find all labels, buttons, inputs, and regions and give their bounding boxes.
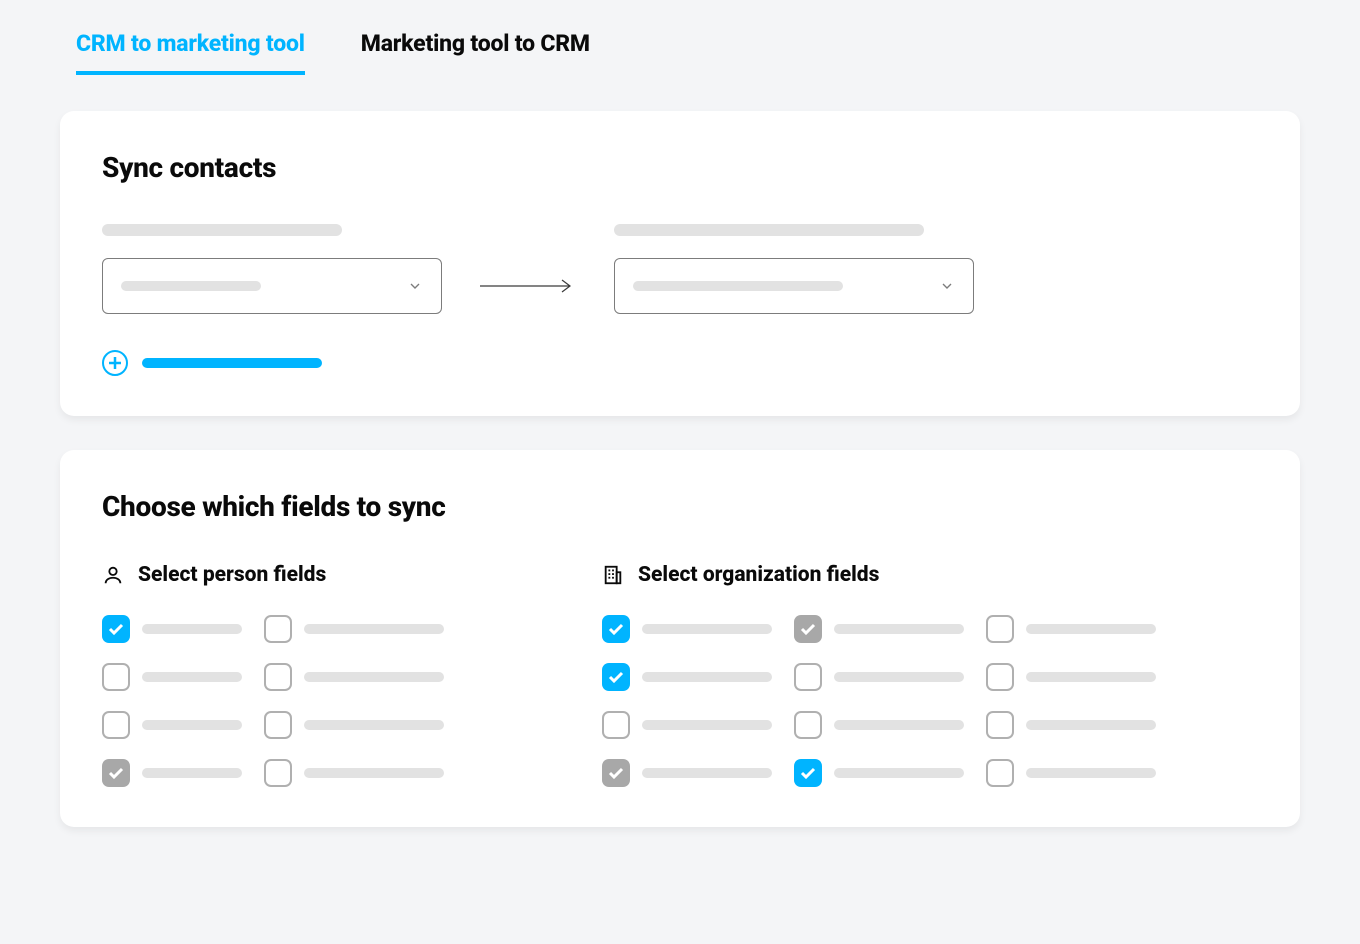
field-checkbox[interactable]	[102, 759, 130, 787]
field-label-placeholder	[304, 768, 444, 778]
field-item	[602, 663, 772, 691]
arrow-right-icon	[472, 258, 584, 314]
building-icon	[602, 564, 624, 586]
field-label-placeholder	[304, 624, 444, 634]
chevron-down-icon	[407, 278, 423, 294]
field-label-placeholder	[642, 672, 772, 682]
organization-column	[986, 615, 1156, 787]
field-label-placeholder	[642, 768, 772, 778]
field-checkbox[interactable]	[986, 663, 1014, 691]
field-label-placeholder	[142, 672, 242, 682]
chevron-down-icon	[939, 278, 955, 294]
field-label-placeholder	[834, 672, 964, 682]
field-item	[794, 615, 964, 643]
sync-contacts-title: Sync contacts	[102, 151, 1258, 184]
field-checkbox[interactable]	[602, 759, 630, 787]
field-label-placeholder	[1026, 720, 1156, 730]
field-item	[602, 615, 772, 643]
field-item	[102, 759, 242, 787]
plus-icon	[102, 350, 128, 376]
sync-contacts-card: Sync contacts	[60, 111, 1300, 416]
organization-column	[602, 615, 772, 787]
field-label-placeholder	[642, 720, 772, 730]
field-checkbox[interactable]	[102, 615, 130, 643]
organization-column	[794, 615, 964, 787]
source-select-value-placeholder	[121, 281, 261, 291]
field-checkbox[interactable]	[102, 663, 130, 691]
field-label-placeholder	[1026, 672, 1156, 682]
field-item	[102, 711, 242, 739]
field-label-placeholder	[834, 720, 964, 730]
field-checkbox[interactable]	[264, 663, 292, 691]
field-item	[986, 711, 1156, 739]
sync-mapping-row	[102, 224, 1258, 314]
field-checkbox[interactable]	[602, 663, 630, 691]
tab-marketing-to-crm[interactable]: Marketing tool to CRM	[361, 30, 590, 75]
organization-fields-header: Select organization fields	[602, 563, 879, 587]
field-item	[264, 663, 444, 691]
field-checkbox[interactable]	[794, 759, 822, 787]
field-label-placeholder	[304, 720, 444, 730]
person-column	[102, 615, 242, 787]
field-item	[602, 711, 772, 739]
field-label-placeholder	[1026, 624, 1156, 634]
person-fields-header-label: Select person fields	[138, 563, 326, 587]
fields-container	[102, 615, 1258, 787]
choose-fields-card: Choose which fields to sync Select perso…	[60, 450, 1300, 827]
field-item	[264, 615, 444, 643]
field-label-placeholder	[142, 720, 242, 730]
dest-select[interactable]	[614, 258, 974, 314]
field-checkbox[interactable]	[102, 711, 130, 739]
tabs-bar: CRM to marketing tool Marketing tool to …	[60, 30, 1300, 75]
field-checkbox[interactable]	[264, 711, 292, 739]
field-label-placeholder	[1026, 768, 1156, 778]
field-item	[602, 759, 772, 787]
field-checkbox[interactable]	[986, 615, 1014, 643]
field-checkbox[interactable]	[264, 759, 292, 787]
field-item	[794, 663, 964, 691]
field-item	[986, 615, 1156, 643]
field-item	[986, 663, 1156, 691]
source-select[interactable]	[102, 258, 442, 314]
person-fields-group	[102, 615, 532, 787]
add-mapping-label-placeholder	[142, 358, 322, 368]
field-label-placeholder	[142, 768, 242, 778]
organization-fields-header-label: Select organization fields	[638, 563, 879, 587]
organization-fields-group	[602, 615, 1156, 787]
field-checkbox[interactable]	[264, 615, 292, 643]
dest-select-value-placeholder	[633, 281, 843, 291]
sync-dest-col	[614, 224, 974, 314]
dest-label-placeholder	[614, 224, 924, 236]
field-checkbox[interactable]	[602, 711, 630, 739]
field-item	[102, 663, 242, 691]
field-label-placeholder	[642, 624, 772, 634]
source-label-placeholder	[102, 224, 342, 236]
tab-crm-to-marketing[interactable]: CRM to marketing tool	[76, 30, 305, 75]
field-checkbox[interactable]	[794, 711, 822, 739]
person-icon	[102, 564, 124, 586]
field-checkbox[interactable]	[602, 615, 630, 643]
field-item	[264, 711, 444, 739]
field-checkbox[interactable]	[986, 759, 1014, 787]
field-checkbox[interactable]	[794, 615, 822, 643]
field-checkbox[interactable]	[794, 663, 822, 691]
field-item	[986, 759, 1156, 787]
person-column	[264, 615, 444, 787]
field-label-placeholder	[834, 768, 964, 778]
sync-source-col	[102, 224, 442, 314]
person-fields-header: Select person fields	[102, 563, 532, 587]
choose-fields-title: Choose which fields to sync	[102, 490, 1258, 523]
field-item	[102, 615, 242, 643]
field-item	[794, 711, 964, 739]
add-mapping-button[interactable]	[102, 350, 1258, 376]
field-label-placeholder	[142, 624, 242, 634]
field-label-placeholder	[834, 624, 964, 634]
field-label-placeholder	[304, 672, 444, 682]
field-checkbox[interactable]	[986, 711, 1014, 739]
field-item	[794, 759, 964, 787]
field-item	[264, 759, 444, 787]
section-headers-row: Select person fields Select organization…	[102, 563, 1258, 587]
